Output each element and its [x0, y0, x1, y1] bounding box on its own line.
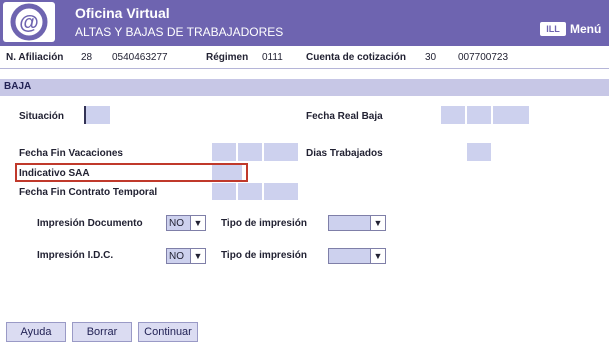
app-title: Oficina Virtual — [75, 5, 170, 21]
fecha-real-baja-year-input[interactable] — [493, 106, 529, 124]
situacion-label: Situación — [19, 111, 65, 122]
tipo-impresion-label-1: Tipo de impresión — [221, 218, 307, 229]
fecha-real-baja-label: Fecha Real Baja — [306, 111, 383, 122]
situacion-input[interactable] — [84, 106, 110, 124]
fecha-fin-vacaciones-month-input[interactable] — [238, 143, 262, 161]
impresion-documento-label: Impresión Documento — [37, 218, 143, 229]
afiliacion-num-value: 0540463277 — [112, 52, 168, 63]
menu-icon: ILL — [540, 22, 566, 36]
regimen-value: 0111 — [262, 52, 283, 63]
highlight-box — [15, 163, 248, 182]
section-title: BAJA — [4, 81, 32, 92]
fecha-fin-vacaciones-year-input[interactable] — [264, 143, 298, 161]
regimen-label: Régimen — [206, 52, 249, 63]
chevron-down-icon: ▼ — [370, 216, 385, 230]
impresion-idc-value: NO — [169, 250, 184, 262]
fecha-fin-contrato-label: Fecha Fin Contrato Temporal — [19, 187, 158, 198]
chevron-down-icon: ▼ — [190, 249, 205, 263]
menu-label: Menú — [570, 22, 602, 36]
dias-trabajados-input[interactable] — [467, 143, 491, 161]
borrar-button[interactable]: Borrar — [72, 322, 132, 342]
chevron-down-icon: ▼ — [370, 249, 385, 263]
continuar-button[interactable]: Continuar — [138, 322, 198, 342]
tipo-impresion-label-2: Tipo de impresión — [221, 250, 307, 261]
dias-trabajados-label: Dias Trabajados — [306, 148, 383, 159]
fecha-real-baja-day-input[interactable] — [441, 106, 465, 124]
cuenta-num-value: 007700723 — [458, 52, 509, 63]
menu-button[interactable]: ILL Menú — [540, 22, 601, 36]
cuenta-prov-value: 30 — [425, 52, 437, 63]
afiliacion-prov-value: 28 — [81, 52, 93, 63]
fecha-fin-vacaciones-label: Fecha Fin Vacaciones — [19, 148, 123, 159]
svg-text:@: @ — [19, 12, 39, 34]
impresion-documento-select[interactable]: NO ▼ — [166, 215, 206, 231]
fecha-fin-contrato-year-input[interactable] — [264, 183, 298, 200]
impresion-idc-select[interactable]: NO ▼ — [166, 248, 206, 264]
tipo-impresion-select-1[interactable]: ▼ — [328, 215, 386, 231]
chevron-down-icon: ▼ — [190, 216, 205, 230]
fecha-fin-contrato-month-input[interactable] — [238, 183, 262, 200]
ayuda-button[interactable]: Ayuda — [6, 322, 66, 342]
fecha-real-baja-month-input[interactable] — [467, 106, 491, 124]
afiliacion-label: N. Afiliación — [6, 52, 64, 63]
impresion-documento-value: NO — [169, 217, 184, 229]
fecha-fin-contrato-day-input[interactable] — [212, 183, 236, 200]
fecha-fin-vacaciones-day-input[interactable] — [212, 143, 236, 161]
app-logo-icon: @ — [3, 2, 55, 42]
page-subtitle: ALTAS Y BAJAS DE TRABAJADORES — [75, 25, 284, 39]
cuenta-label: Cuenta de cotización — [306, 52, 407, 63]
tipo-impresion-select-2[interactable]: ▼ — [328, 248, 386, 264]
section-header: BAJA — [0, 79, 609, 96]
impresion-idc-label: Impresión I.D.C. — [37, 250, 114, 261]
